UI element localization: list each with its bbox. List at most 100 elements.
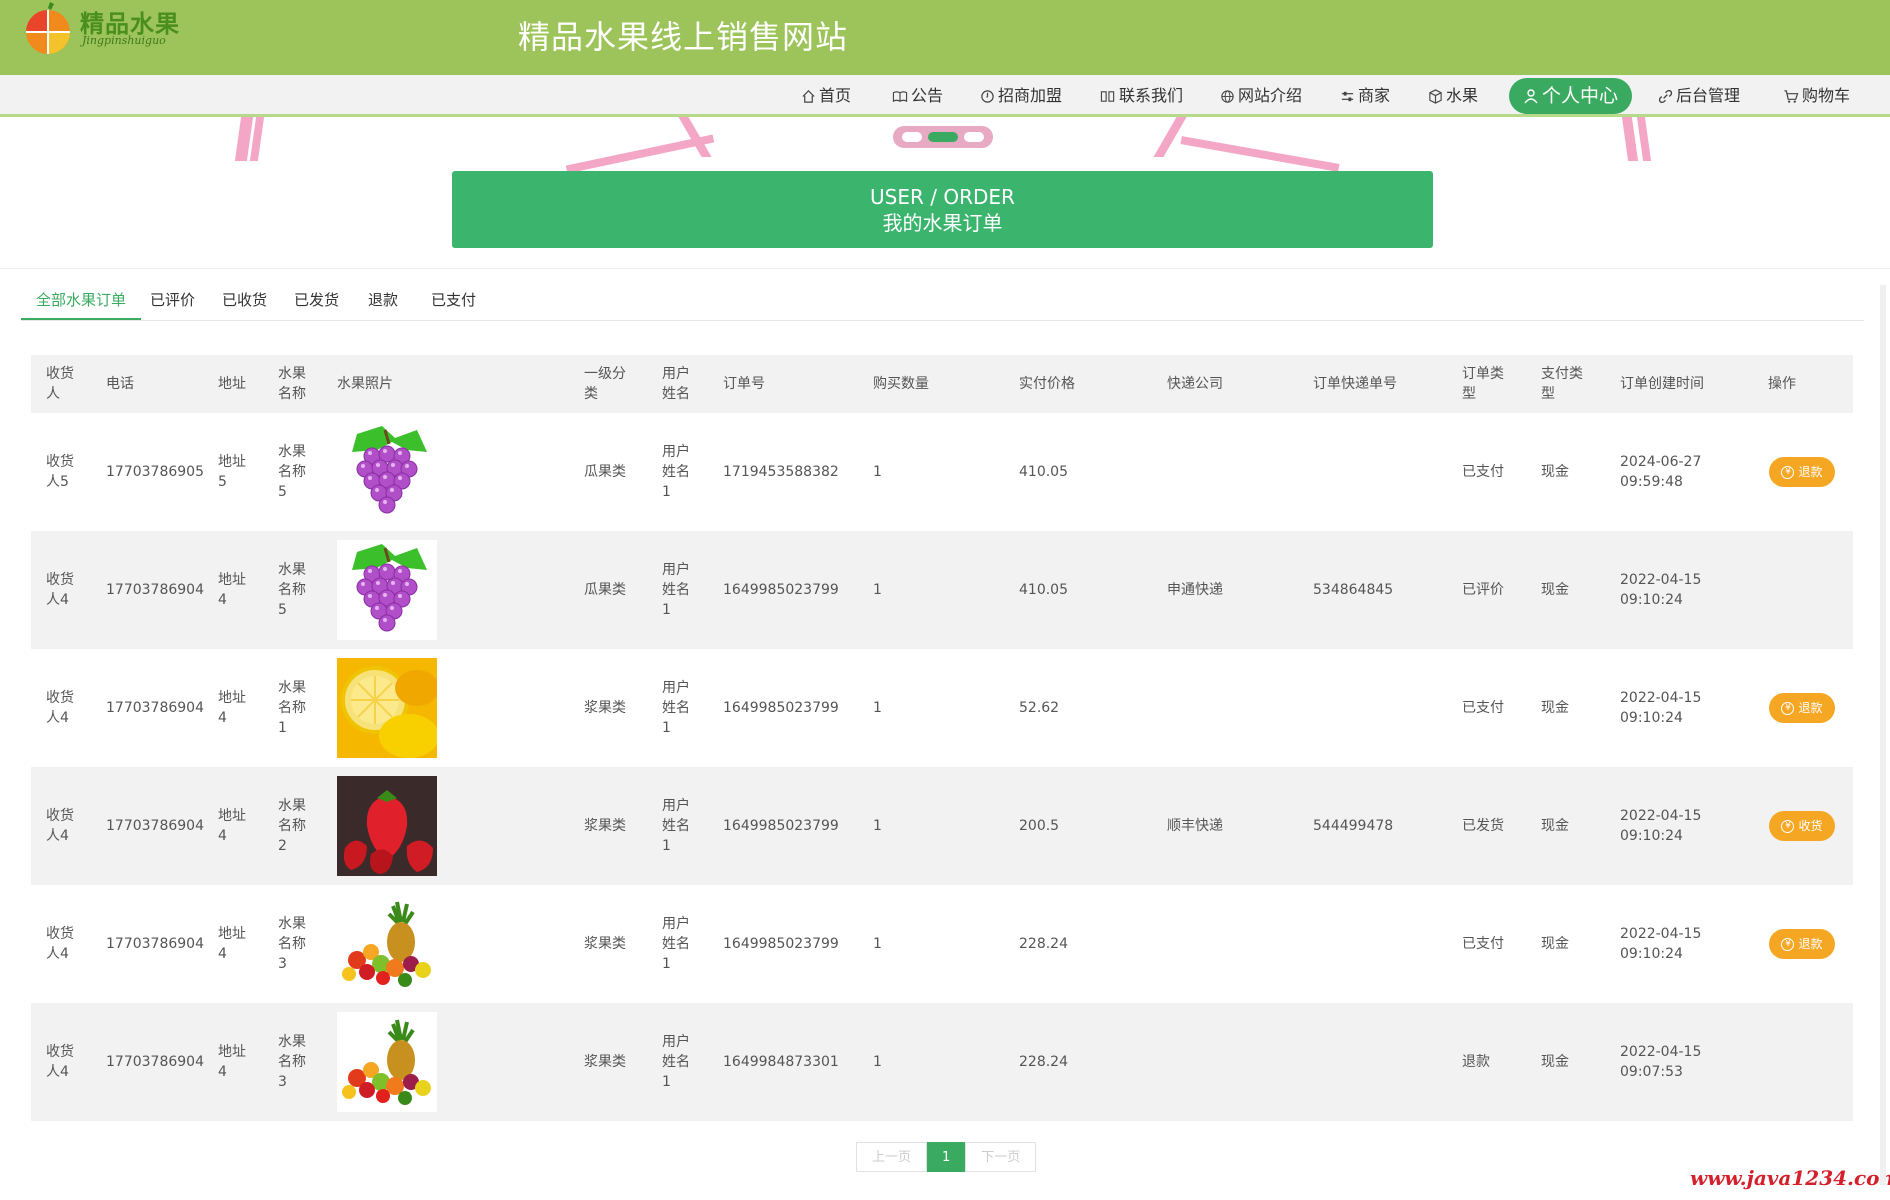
refund-button[interactable]: ¥ 退款 xyxy=(1769,693,1835,723)
scrollbar[interactable] xyxy=(1880,285,1886,1185)
nav-label: 购物车 xyxy=(1802,86,1851,105)
nav-label: 联系我们 xyxy=(1119,86,1184,105)
home-icon xyxy=(802,89,815,103)
col-address: 地址 xyxy=(218,376,246,392)
cell-category: 浆果类 xyxy=(584,700,626,716)
cell-pay-type: 现金 xyxy=(1541,1054,1569,1070)
table-row: 收货人5 17703786905 地址5 水果名称5 瓜果类 用户姓名1 171945358… xyxy=(31,413,1853,531)
cell-order-type: 退款 xyxy=(1462,1054,1490,1070)
cell-category: 浆果类 xyxy=(584,818,626,834)
cell-user-name: 用户姓名1 xyxy=(662,916,690,972)
cell-user-name: 用户姓名1 xyxy=(662,680,690,736)
cell-action: ¥ 退款 xyxy=(1769,649,1839,767)
cell-fruit-name: 水果名称3 xyxy=(278,1034,306,1090)
carousel-dot-active[interactable] xyxy=(928,132,958,142)
col-courier: 快递公司 xyxy=(1167,376,1223,392)
cell-order-no: 1649985023799 xyxy=(723,582,839,598)
nav-label: 商家 xyxy=(1358,86,1391,105)
nav-item-announcement[interactable]: 公告 xyxy=(884,81,951,111)
nav-item-franchise[interactable]: 招商加盟 xyxy=(972,81,1070,111)
nav-item-fruit[interactable]: 水果 xyxy=(1420,81,1486,111)
col-price: 实付价格 xyxy=(1019,376,1075,392)
carousel-dot[interactable] xyxy=(964,132,984,142)
next-page-button[interactable]: 下一页 xyxy=(965,1142,1037,1172)
tab-shipped[interactable]: 已发货 xyxy=(294,282,339,318)
cell-fruit-photo[interactable] xyxy=(337,767,447,885)
cell-pay-type: 现金 xyxy=(1541,582,1569,598)
current-page[interactable]: 1 xyxy=(927,1142,966,1172)
cell-order-type: 已支付 xyxy=(1462,700,1504,716)
col-order-type: 订单类型 xyxy=(1462,366,1504,402)
cell-user-name: 用户姓名1 xyxy=(662,798,690,854)
site-header: 精品水果 Jingpinshuiguo 精品水果线上销售网站 xyxy=(0,0,1890,75)
cell-fruit-photo[interactable] xyxy=(337,885,447,1003)
cell-courier: 申通快递 xyxy=(1167,582,1223,598)
prev-page-button[interactable]: 上一页 xyxy=(856,1142,928,1172)
nav-item-user-center[interactable]: 个人中心 xyxy=(1509,78,1633,114)
cell-phone: 17703786904 xyxy=(106,582,204,598)
cell-receiver: 收货人5 xyxy=(46,454,74,490)
cell-action: ¥ 退款 xyxy=(1769,413,1839,531)
cell-address: 地址4 xyxy=(218,690,246,726)
divider xyxy=(0,268,1890,269)
tab-received[interactable]: 已收货 xyxy=(222,282,267,318)
nav-item-admin[interactable]: 后台管理 xyxy=(1650,81,1748,111)
nav-item-cart[interactable]: 购物车 xyxy=(1775,81,1858,111)
watermark: www.java1234.com xyxy=(1690,1166,1890,1190)
tab-paid[interactable]: 已支付 xyxy=(431,282,476,318)
cell-fruit-name: 水果名称5 xyxy=(278,444,306,500)
cell-phone: 17703786904 xyxy=(106,936,204,952)
link-icon xyxy=(1658,89,1673,103)
cell-pay-type: 现金 xyxy=(1541,936,1569,952)
cell-tracking xyxy=(1313,1003,1413,1121)
cell-fruit-name: 水果名称5 xyxy=(278,562,306,618)
cell-category: 瓜果类 xyxy=(584,464,626,480)
cell-tracking xyxy=(1313,649,1413,767)
col-receiver: 收货人 xyxy=(46,366,74,402)
nav-label: 网站介绍 xyxy=(1238,86,1303,105)
carousel-dot[interactable] xyxy=(902,132,922,142)
book-icon xyxy=(892,90,908,102)
cell-tracking xyxy=(1313,413,1413,531)
nav-item-merchant[interactable]: 商家 xyxy=(1332,81,1398,111)
cell-qty: 1 xyxy=(873,1054,882,1070)
col-fruit-name: 水果名称 xyxy=(278,366,306,402)
tab-refund[interactable]: 退款 xyxy=(368,282,398,318)
cell-receiver: 收货人4 xyxy=(46,808,74,844)
cell-order-type: 已支付 xyxy=(1462,464,1504,480)
site-logo[interactable]: 精品水果 Jingpinshuiguo xyxy=(20,0,180,60)
cube-icon xyxy=(1429,88,1442,104)
cell-courier xyxy=(1167,413,1267,531)
cart-icon xyxy=(1784,89,1799,103)
cell-fruit-photo[interactable] xyxy=(337,649,447,767)
tab-reviewed[interactable]: 已评价 xyxy=(150,282,195,318)
cell-price: 200.5 xyxy=(1019,818,1060,834)
cell-tracking: 534864845 xyxy=(1313,582,1394,598)
receive-button[interactable]: ¥ 收货 xyxy=(1769,811,1835,841)
main-nav: 首页 公告 招商加盟 联系我们 网站介绍 商家 水果 个人中心 后台管理 购物车 xyxy=(0,75,1890,117)
nav-item-home[interactable]: 首页 xyxy=(793,81,859,111)
cell-category: 浆果类 xyxy=(584,1054,626,1070)
cell-fruit-photo[interactable] xyxy=(337,413,447,531)
sliders-icon xyxy=(1341,91,1354,101)
nav-item-about[interactable]: 网站介绍 xyxy=(1212,81,1310,111)
cell-fruit-photo[interactable] xyxy=(337,531,447,649)
cell-fruit-name: 水果名称2 xyxy=(278,798,306,854)
cell-courier xyxy=(1167,885,1267,1003)
cell-created: 2022-04-15 09:10:24 xyxy=(1620,808,1702,844)
cell-order-type: 已支付 xyxy=(1462,936,1504,952)
cell-tracking: 544499478 xyxy=(1313,818,1394,834)
table-row: 收货人4 17703786904 地址4 水果名称1 浆果类 用户姓名1 164998502… xyxy=(31,649,1853,767)
refund-button[interactable]: ¥ 退款 xyxy=(1769,457,1835,487)
cell-address: 地址4 xyxy=(218,1044,246,1080)
cell-fruit-photo[interactable] xyxy=(337,1003,447,1121)
tab-all-orders[interactable]: 全部水果订单 xyxy=(21,282,142,320)
refund-button[interactable]: ¥ 退款 xyxy=(1769,929,1835,959)
col-fruit-photo: 水果照片 xyxy=(337,376,393,392)
cell-category: 浆果类 xyxy=(584,936,626,952)
user-icon xyxy=(1524,89,1538,104)
nav-item-contact[interactable]: 联系我们 xyxy=(1092,81,1191,111)
nav-label: 水果 xyxy=(1446,86,1479,105)
order-tabs: 全部水果订单 已评价 已收货 已发货 退款 已支付 xyxy=(21,282,1864,321)
cell-order-no: 1649985023799 xyxy=(723,700,839,716)
